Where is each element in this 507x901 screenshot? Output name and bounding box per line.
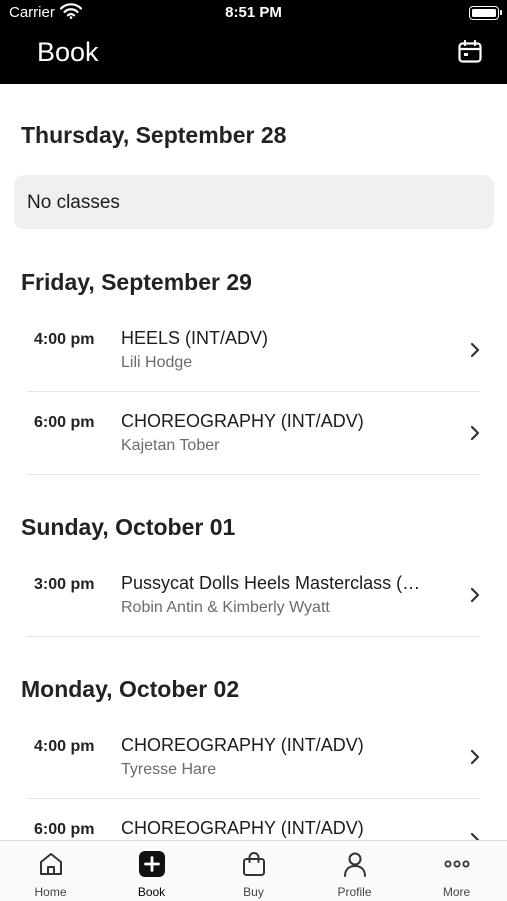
tab-label: Buy xyxy=(243,885,264,899)
class-name: CHOREOGRAPHY (INT/ADV) xyxy=(121,818,364,838)
class-name: CHOREOGRAPHY (INT/ADV) xyxy=(121,735,364,755)
no-classes-text: No classes xyxy=(27,192,120,213)
tab-buy[interactable]: Buy xyxy=(203,841,304,901)
tab-profile[interactable]: Profile xyxy=(304,841,405,901)
class-time: 4:00 pm xyxy=(34,331,95,348)
tab-book[interactable]: Book xyxy=(101,841,202,901)
more-dots-icon xyxy=(444,860,469,868)
row-divider xyxy=(27,636,480,637)
class-name: CHOREOGRAPHY (INT/ADV) xyxy=(121,411,364,431)
day-header: Friday, September 29 xyxy=(21,269,252,295)
shopping-bag-icon xyxy=(242,852,265,876)
plus-square-icon xyxy=(138,851,165,877)
class-time: 6:00 pm xyxy=(34,414,95,431)
day-header: Sunday, October 01 xyxy=(21,514,236,540)
class-instructor: Lili Hodge xyxy=(121,354,193,371)
tab-label: More xyxy=(442,885,471,899)
class-instructor: Tyresse Hare xyxy=(121,761,217,778)
class-row[interactable]: 3:00 pm Pussycat Dolls Heels Masterclass… xyxy=(0,554,507,637)
tab-label: Book xyxy=(137,885,166,899)
class-time: 3:00 pm xyxy=(34,576,95,593)
class-time: 6:00 pm xyxy=(34,821,95,838)
chevron-right-icon xyxy=(470,342,480,358)
class-name: Pussycat Dolls Heels Masterclass (… xyxy=(121,573,421,593)
class-time: 4:00 pm xyxy=(34,738,95,755)
chevron-right-icon xyxy=(470,425,480,441)
navigation-header: Carrier 8:51 PM Book xyxy=(0,0,507,84)
page-title: Book xyxy=(37,37,99,67)
class-row[interactable]: 6:00 pm CHOREOGRAPHY (INT/ADV) xyxy=(0,799,507,840)
class-row[interactable]: 6:00 pm CHOREOGRAPHY (INT/ADV) Kajetan T… xyxy=(0,392,507,475)
tab-label: Home xyxy=(34,885,67,899)
tab-more[interactable]: More xyxy=(406,841,507,901)
person-icon xyxy=(343,852,366,877)
no-classes-card: No classes xyxy=(14,175,494,229)
calendar-icon[interactable] xyxy=(457,39,483,65)
battery-icon xyxy=(469,6,502,20)
tab-bar: Home Book Buy Profile More xyxy=(0,840,507,901)
day-header: Monday, October 02 xyxy=(21,676,240,702)
class-instructor: Robin Antin & Kimberly Wyatt xyxy=(121,599,330,616)
schedule-list[interactable]: Thursday, September 28 No classes Friday… xyxy=(0,84,507,840)
tab-label: Profile xyxy=(337,885,372,899)
class-instructor: Kajetan Tober xyxy=(121,437,220,454)
class-row[interactable]: 4:00 pm HEELS (INT/ADV) Lili Hodge xyxy=(0,309,507,392)
row-divider xyxy=(27,474,480,475)
status-time: 8:51 PM xyxy=(225,4,282,21)
chevron-right-icon xyxy=(470,749,480,765)
day-header: Thursday, September 28 xyxy=(21,122,287,148)
chevron-right-icon xyxy=(470,587,480,603)
home-icon xyxy=(39,853,62,875)
class-name: HEELS (INT/ADV) xyxy=(121,328,269,348)
chevron-right-icon xyxy=(470,832,480,840)
class-row[interactable]: 4:00 pm CHOREOGRAPHY (INT/ADV) Tyresse H… xyxy=(0,716,507,799)
tab-home[interactable]: Home xyxy=(0,841,101,901)
